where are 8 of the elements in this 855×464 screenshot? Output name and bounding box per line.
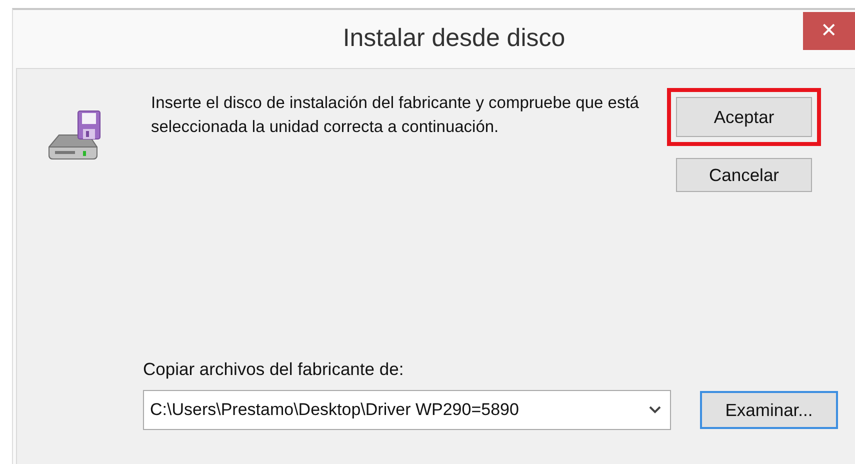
ok-button[interactable]: Aceptar	[676, 97, 812, 137]
close-button[interactable]: ✕	[803, 12, 855, 50]
window-title: Instalar desde disco	[342, 23, 566, 54]
instruction-text: Inserte el disco de instalación del fabricante y compruebe que está seleccionada la unidad correcta a continuación.	[151, 93, 640, 138]
path-combobox[interactable]: C:\Users\Prestamo\Desktop\Driver WP290=5890	[143, 390, 671, 430]
browse-button[interactable]: Examinar...	[700, 391, 838, 430]
source-label: Copiar archivos del fabricante de:	[143, 358, 405, 381]
cancel-button[interactable]: Cancelar	[676, 158, 812, 192]
